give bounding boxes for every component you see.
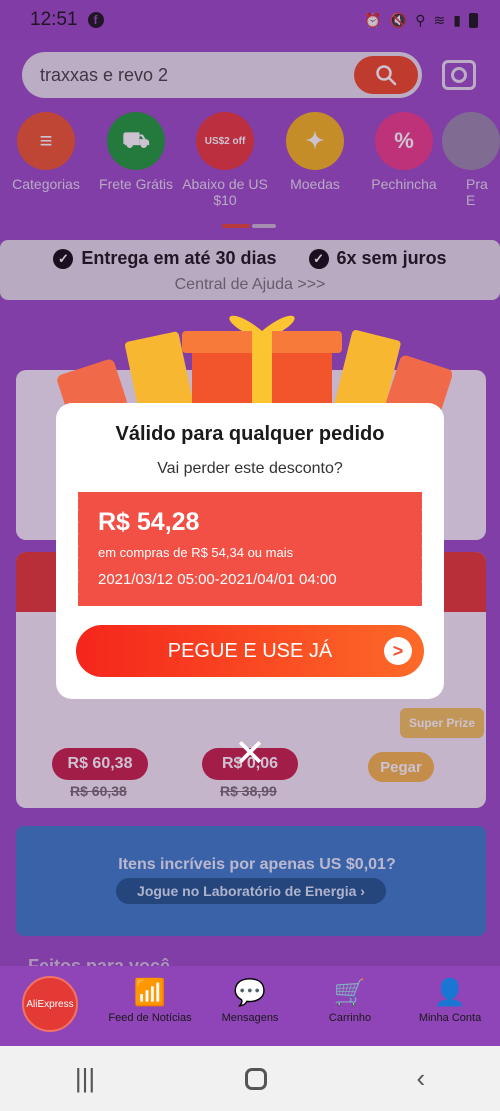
person-icon: 👤 xyxy=(433,977,467,1007)
claim-coupon-button[interactable]: PEGUE E USE JÁ > xyxy=(76,625,424,677)
claim-coupon-label: PEGUE E USE JÁ xyxy=(167,639,333,662)
modal-title: Válido para qualquer pedido xyxy=(115,423,385,445)
bottom-nav: AliExpress 📶 Feed de Notícias 💬 Mensagen… xyxy=(0,966,500,1046)
nav-label: Mensagens xyxy=(221,1012,279,1024)
nav-messages[interactable]: 💬 Mensagens xyxy=(204,972,296,1024)
system-nav-bar: ||| ‹ xyxy=(0,1046,500,1111)
nav-label: Feed de Notícias xyxy=(108,1012,192,1024)
chat-icon: 💬 xyxy=(233,977,267,1007)
gift-box-illustration xyxy=(57,315,452,416)
coupon-period: 2021/03/12 05:00-2021/04/01 04:00 xyxy=(98,571,337,588)
nav-cart[interactable]: 🛒 Carrinho xyxy=(304,972,396,1024)
nav-account[interactable]: 👤 Minha Conta xyxy=(404,972,496,1024)
feed-icon: 📶 xyxy=(133,977,167,1007)
recent-apps-icon[interactable]: ||| xyxy=(75,1063,95,1094)
coupon-modal: Válido para qualquer pedido Vai perder e… xyxy=(56,403,444,699)
back-icon[interactable]: ‹ xyxy=(416,1063,425,1094)
home-icon[interactable] xyxy=(244,1067,267,1090)
nav-label: Carrinho xyxy=(328,1012,372,1024)
close-icon[interactable]: ✕ xyxy=(228,732,272,776)
nav-feed[interactable]: 📶 Feed de Notícias xyxy=(104,972,196,1024)
modal-subtitle: Vai perder este desconto? xyxy=(157,460,343,477)
nav-label: Minha Conta xyxy=(418,1012,482,1024)
chevron-right-icon: > xyxy=(384,637,412,665)
aliexpress-logo[interactable]: AliExpress xyxy=(22,976,78,1032)
cart-icon: 🛒 xyxy=(333,977,367,1007)
coupon-card: R$ 54,28 em compras de R$ 54,34 ou mais … xyxy=(75,492,422,606)
coupon-minimum: em compras de R$ 54,34 ou mais xyxy=(98,545,294,560)
coupon-amount: R$ 54,28 xyxy=(98,508,200,536)
